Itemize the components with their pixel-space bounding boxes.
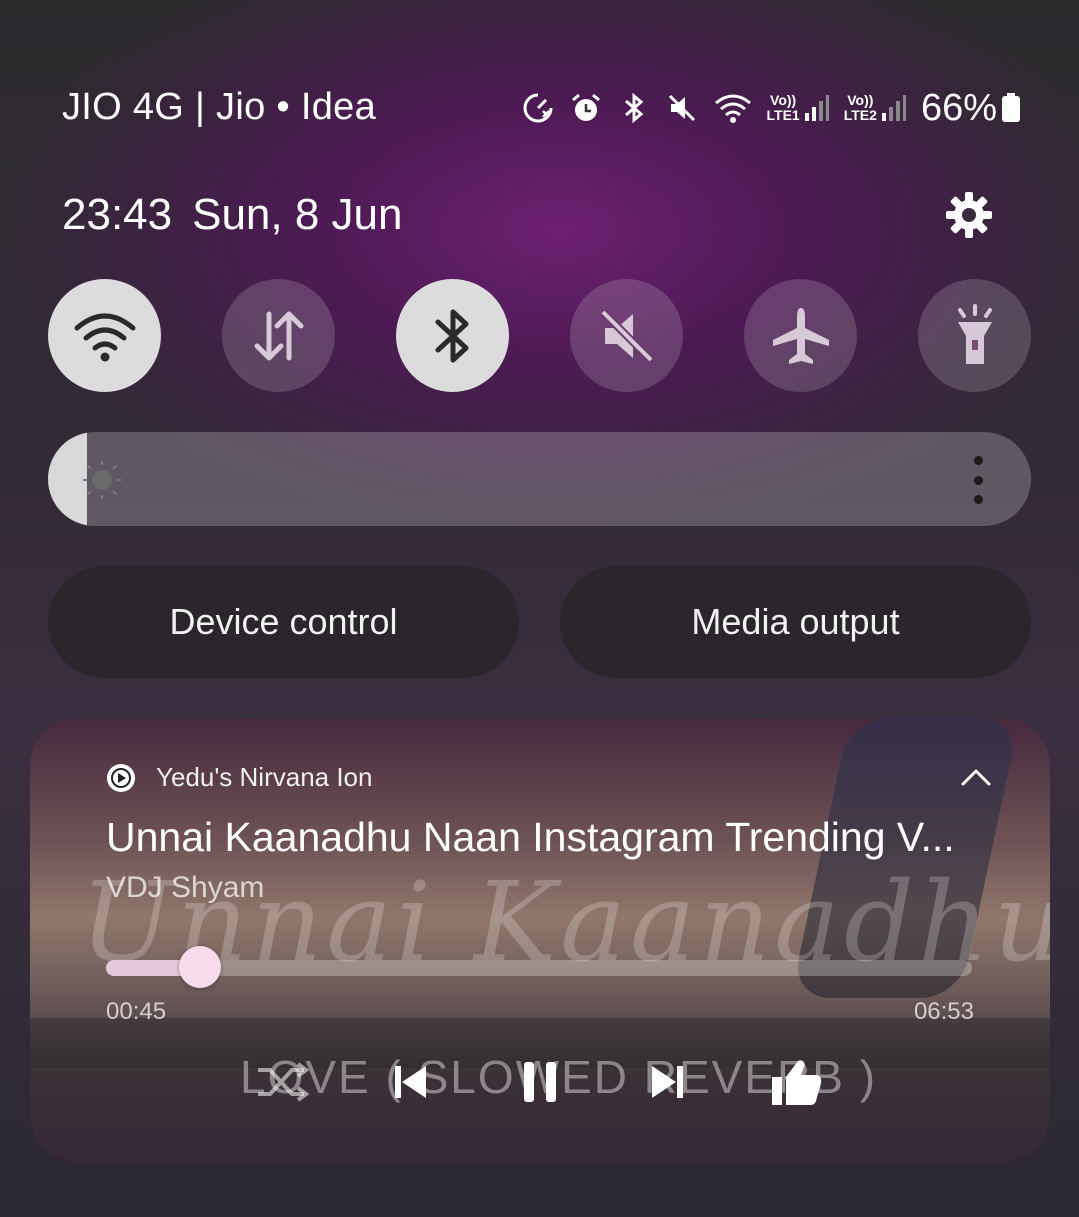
more-dot xyxy=(973,495,983,504)
signal-sim1-icon xyxy=(804,95,829,121)
sim1-label: Vo)) LTE1 xyxy=(766,92,800,123)
settings-button[interactable] xyxy=(942,188,996,242)
wifi-icon xyxy=(74,313,135,361)
mute-icon xyxy=(665,91,699,125)
seek-bar[interactable] xyxy=(106,946,972,988)
song-title: Unnai Kaanadhu Naan Instagram Trending V… xyxy=(106,814,955,860)
brightness-slider[interactable] xyxy=(48,432,1031,526)
total-time: 06:53 xyxy=(913,998,974,1025)
flashlight-icon xyxy=(957,303,992,364)
signal-sim1: Vo)) LTE1 xyxy=(767,93,830,123)
toggle-airplane[interactable] xyxy=(744,279,857,392)
skip-previous-icon xyxy=(395,1066,426,1098)
toggle-wifi[interactable] xyxy=(48,279,161,392)
media-output-button[interactable]: Media output xyxy=(560,566,1031,678)
shuffle-button[interactable] xyxy=(252,1052,312,1112)
more-dot xyxy=(973,475,983,485)
skip-next-icon xyxy=(652,1066,683,1098)
song-artist: VDJ Shyam xyxy=(106,871,265,904)
device-control-button[interactable]: Device control xyxy=(48,566,519,678)
collapse-button[interactable] xyxy=(958,762,994,792)
data-saver-icon xyxy=(521,91,555,125)
signal-sim2-icon xyxy=(881,95,906,121)
wifi-icon xyxy=(713,91,753,125)
status-icons: Vo)) LTE1 Vo)) LTE2 66% xyxy=(521,86,1021,130)
clock-date: 23:43 Sun, 8 Jun xyxy=(62,190,402,240)
chevron-up-icon xyxy=(961,769,991,786)
toggle-mobile-data[interactable] xyxy=(222,279,335,392)
battery-percent: 66% xyxy=(920,86,997,129)
status-bar: JIO 4G | Jio • Idea Vo)) LTE1 Vo)) LTE2 … xyxy=(0,80,1079,136)
toggle-flashlight[interactable] xyxy=(918,279,1031,392)
sim2-label: Vo)) LTE2 xyxy=(843,92,877,123)
media-player-card[interactable]: Unnai Kaanadhu Naa Yedu's Nirvana Ion Un… xyxy=(30,718,1050,1162)
toggle-sound[interactable] xyxy=(570,279,683,392)
media-app-name: Yedu's Nirvana Ion xyxy=(156,762,373,792)
clock: 23:43 xyxy=(62,190,173,239)
elapsed-time: 00:45 xyxy=(106,998,167,1025)
date: Sun, 8 Jun xyxy=(192,190,403,239)
airplane-icon xyxy=(772,307,829,364)
bluetooth-icon xyxy=(435,309,468,362)
next-button[interactable] xyxy=(638,1052,698,1112)
gear-icon xyxy=(946,192,992,238)
media-app-row: Yedu's Nirvana Ion xyxy=(106,762,372,793)
pause-button[interactable] xyxy=(510,1052,570,1112)
shuffle-icon xyxy=(258,1062,310,1102)
signal-sim2: Vo)) LTE2 xyxy=(844,93,907,123)
toggle-bluetooth[interactable] xyxy=(396,279,509,392)
music-app-icon xyxy=(107,763,135,792)
thumbs-up-icon xyxy=(772,1060,822,1105)
battery-icon xyxy=(1001,91,1021,125)
data-arrows-icon xyxy=(254,311,303,360)
mute-icon xyxy=(599,308,654,363)
alarm-icon xyxy=(569,91,603,125)
previous-button[interactable] xyxy=(380,1052,440,1112)
like-button[interactable] xyxy=(766,1052,826,1112)
pause-icon xyxy=(524,1062,556,1102)
carrier-label: JIO 4G | Jio • Idea xyxy=(62,86,377,128)
more-dot xyxy=(973,456,983,465)
brightness-icon xyxy=(80,458,124,502)
brightness-more-button[interactable] xyxy=(958,452,998,508)
bluetooth-icon xyxy=(617,91,651,125)
